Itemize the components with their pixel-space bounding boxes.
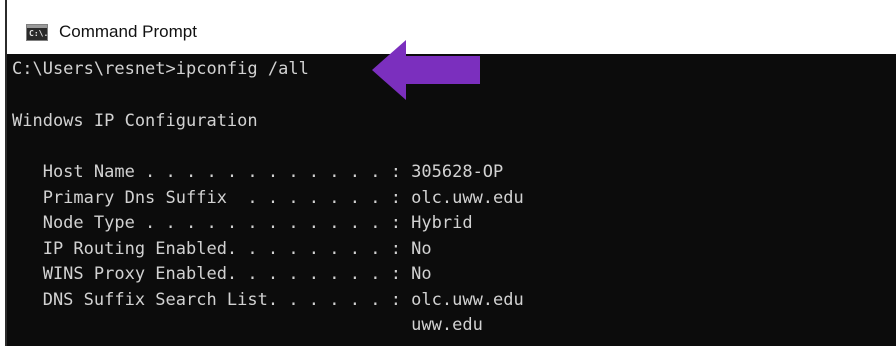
console-row-primary-dns-suffix: Primary Dns Suffix . . . . . . . : olc.u… [12,188,524,208]
command-prompt-icon-label: C:\. [29,29,49,38]
command-prompt-icon: C:\. [26,24,48,41]
console-row-dns-suffix-continuation: uww.edu [12,315,483,335]
console-row-dns-suffix-search-list: DNS Suffix Search List. . . . . . : olc.… [12,290,524,310]
window-title: Command Prompt [59,22,197,41]
console-row-ip-routing: IP Routing Enabled. . . . . . . . : No [12,239,432,259]
console-row-node-type: Node Type . . . . . . . . . . . . : Hybr… [12,213,473,233]
command-prompt-window: C:\. Command Prompt C:\Users\resnet>ipco… [0,0,896,346]
ip-configuration-heading: Windows IP Configuration [12,111,258,131]
left-arrow-icon [372,40,480,100]
console-row-wins-proxy: WINS Proxy Enabled. . . . . . . . : No [12,264,432,284]
console-row-host-name: Host Name . . . . . . . . . . . . : 3056… [12,162,504,182]
arrow-shape [372,40,480,100]
command-line: C:\Users\resnet>ipconfig /all [12,59,309,79]
